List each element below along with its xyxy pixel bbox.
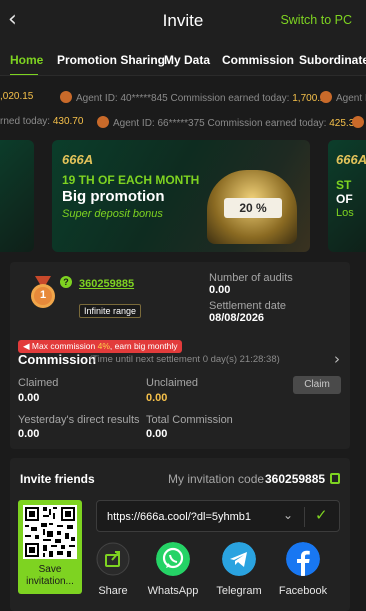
banner-prev[interactable] — [0, 140, 34, 252]
megaphone-icon: ◀ — [23, 341, 30, 351]
ticker-item: Agent ID: 66*****375 Commission earned t… — [97, 116, 360, 129]
ticker-item: Agent ID: 40*****845 Commission earned t… — [60, 91, 331, 104]
settlement-value: 08/08/2026 — [209, 312, 265, 324]
banner-brand: 666A — [62, 152, 94, 167]
tab-bar: Home Promotion Sharing My Data Commissio… — [0, 42, 366, 76]
banner-line-2: Big promotion — [62, 188, 165, 205]
facebook-button[interactable]: Facebook — [275, 542, 331, 597]
range-badge: Infinite range — [79, 304, 142, 318]
tab-subordinate[interactable]: Subordinate — [299, 53, 366, 67]
share-button[interactable]: Share — [85, 542, 141, 597]
invite-title: Invite friends — [20, 472, 95, 486]
invite-link-select[interactable]: https://666a.cool/?dl=5yhmb1 ⌄ ✓ — [96, 500, 340, 532]
claimed-label: Claimed — [18, 377, 59, 389]
chevron-down-icon[interactable]: ⌄ — [283, 508, 293, 522]
chevron-right-icon[interactable]: › — [334, 350, 340, 368]
tab-home[interactable]: Home — [10, 53, 43, 67]
claim-button[interactable]: Claim — [293, 376, 341, 394]
telegram-button[interactable]: Telegram — [211, 542, 267, 597]
commission-title: Commission — [18, 352, 97, 367]
telegram-icon — [222, 542, 256, 576]
banner-next-line-1: ST — [336, 178, 352, 192]
tab-commission[interactable]: Commission — [222, 53, 294, 67]
medal-icon — [60, 91, 72, 103]
copy-icon[interactable] — [330, 473, 340, 484]
ticker-item — [352, 116, 366, 129]
settlement-countdown: (Time until next settlement 0 day(s) 21:… — [89, 354, 280, 365]
banner-line-3: Super deposit bonus — [62, 208, 163, 220]
help-icon[interactable]: ? — [60, 276, 72, 288]
ticker-item: rned today: 430.70 — [0, 116, 84, 127]
share-label: Share — [98, 585, 128, 597]
facebook-icon — [286, 542, 320, 576]
tab-my-data[interactable]: My Data — [164, 53, 210, 67]
banner-next-line-2: OF — [336, 192, 353, 206]
carousel-dots — [197, 243, 239, 252]
claimed-value: 0.00 — [18, 392, 40, 404]
agent-card: 1 ? 360259885 Infinite range Number of a… — [10, 262, 350, 449]
invitation-code-label: My invitation code — [168, 472, 265, 486]
audits-value: 0.00 — [209, 284, 231, 296]
agent-id[interactable]: 360259885 — [79, 278, 134, 290]
ticker-item: ,020.15 — [0, 91, 34, 102]
facebook-label: Facebook — [278, 585, 328, 597]
level-number: 1 — [39, 289, 47, 301]
banner-line-1: 19 TH OF EACH MONTH — [62, 173, 200, 187]
banner-next-line-3: Los — [336, 207, 354, 219]
unclaimed-value: 0.00 — [146, 392, 168, 404]
banner-next[interactable]: 666A ST OF Los — [328, 140, 366, 252]
medal-icon — [352, 116, 364, 128]
share-icon — [96, 542, 130, 576]
qr-card[interactable]: Save invitation... — [18, 500, 82, 594]
unclaimed-label: Unclaimed — [146, 377, 198, 389]
slot-window: 20 % — [224, 198, 282, 218]
whatsapp-label: WhatsApp — [147, 585, 199, 597]
telegram-label: Telegram — [216, 585, 262, 597]
whatsapp-icon — [156, 542, 190, 576]
invite-link: https://666a.cool/?dl=5yhmb1 — [107, 511, 252, 523]
settlement-label: Settlement date — [209, 300, 287, 312]
medal-icon — [320, 91, 332, 103]
qr-code-image — [23, 505, 77, 559]
whatsapp-button[interactable]: WhatsApp — [145, 542, 201, 597]
total-commission-label: Total Commission — [146, 414, 233, 426]
top-bar: ‹ Invite Switch to PC — [0, 0, 366, 42]
yesterday-value: 0.00 — [18, 428, 40, 440]
banner-next-brand: 666A — [336, 152, 366, 167]
tab-promotion-sharing[interactable]: Promotion Sharing — [57, 53, 165, 67]
ticker-item: Agent I — [320, 91, 366, 104]
audits-label: Number of audits — [209, 272, 293, 284]
promo-banner[interactable]: 666A 19 TH OF EACH MONTH Big promotion S… — [52, 140, 310, 252]
switch-to-pc-link[interactable]: Switch to PC — [280, 13, 352, 27]
save-invitation-label[interactable]: Save invitation... — [18, 564, 82, 588]
invitation-code: 360259885 — [265, 472, 326, 486]
ticker-row-1: ,020.15 Agent ID: 40*****845 Commission … — [0, 86, 366, 108]
ticker-row-2: rned today: 430.70 Agent ID: 66*****375 … — [0, 111, 366, 133]
tab-active-indicator — [10, 74, 38, 75]
total-commission-value: 0.00 — [146, 428, 168, 440]
medal-icon — [97, 116, 109, 128]
check-icon[interactable]: ✓ — [315, 506, 328, 524]
invite-card: Invite friends My invitation code 360259… — [10, 458, 350, 611]
yesterday-label: Yesterday's direct results — [18, 414, 140, 426]
